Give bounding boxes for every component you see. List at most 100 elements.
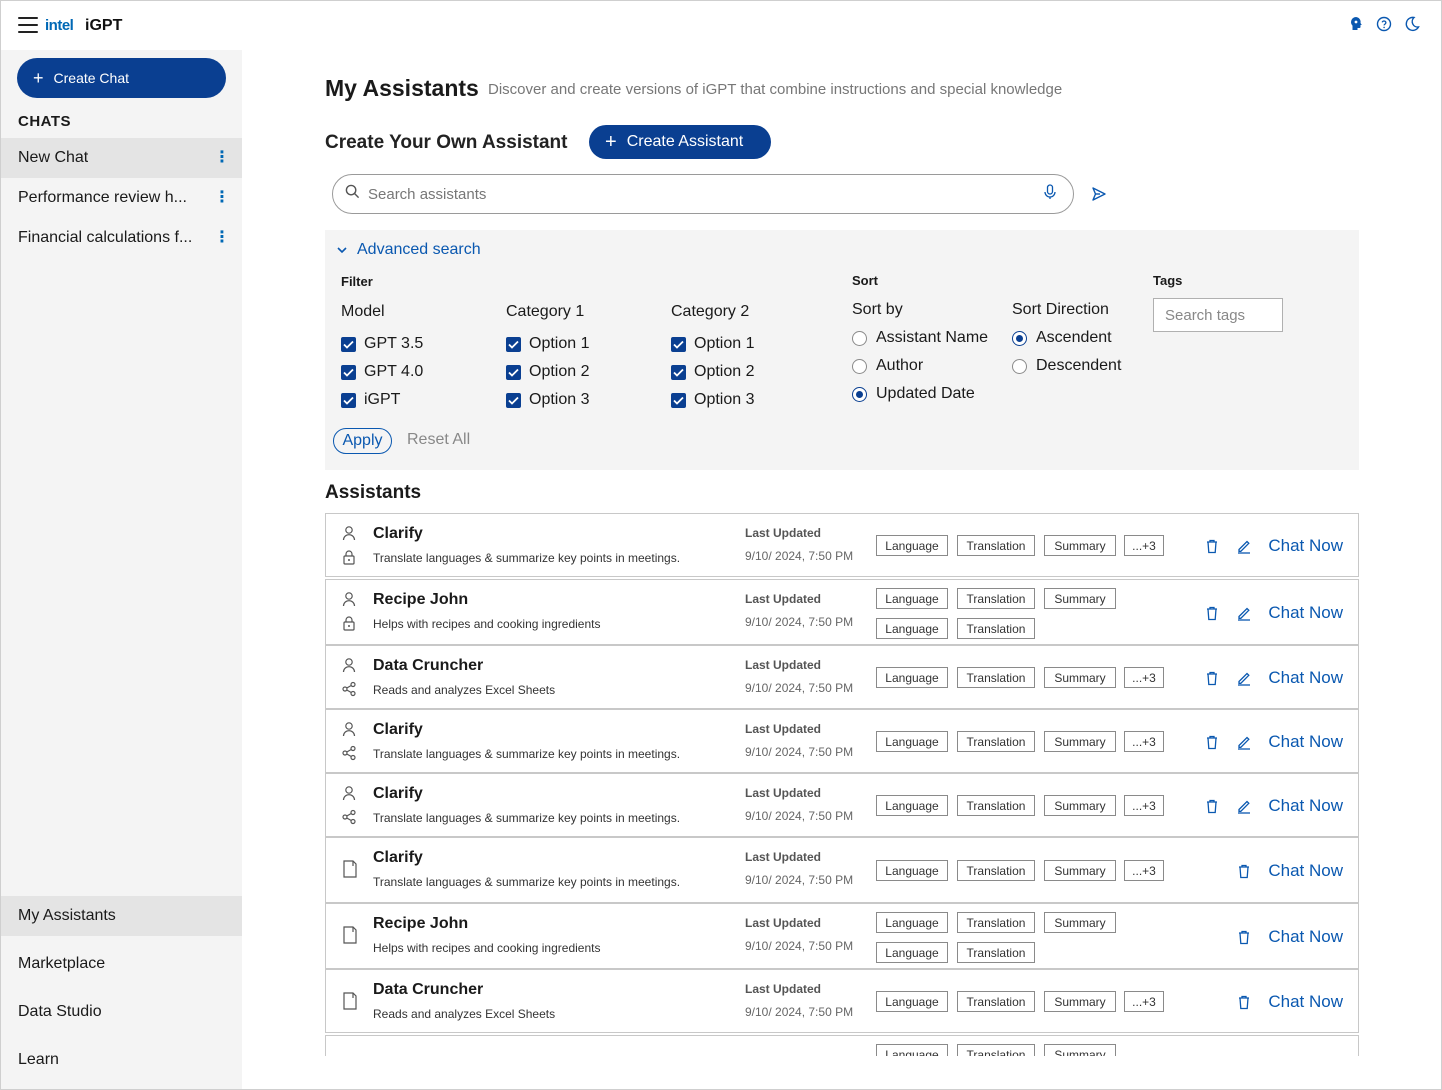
search-input[interactable] [368,185,1043,203]
share-icon [341,809,357,825]
sidebar-item-my-assistants[interactable]: My Assistants [1,896,242,936]
pencil-icon[interactable] [1235,537,1253,555]
kebab-menu-icon[interactable]: ⋮ [214,150,230,166]
dark-mode-icon[interactable] [1403,15,1421,33]
trash-icon[interactable] [1203,733,1221,751]
category1-option-checkbox[interactable]: Option 3 [506,391,589,409]
chat-now-link[interactable]: Chat Now [1268,668,1343,688]
category1-option-checkbox[interactable]: Option 2 [506,363,589,381]
tag-more-chip[interactable]: ...+3 [1124,991,1164,1012]
category2-option-checkbox[interactable]: Option 2 [671,363,754,381]
model-option-checkbox[interactable]: GPT 3.5 [341,335,423,353]
create-chat-button[interactable]: + Create Chat [17,58,226,98]
pencil-icon[interactable] [1235,733,1253,751]
chat-now-link[interactable]: Chat Now [1268,732,1343,752]
chat-item[interactable]: Financial calculations f... ⋮ [1,218,242,258]
pencil-icon[interactable] [1235,604,1253,622]
chat-now-link[interactable]: Chat Now [1268,796,1343,816]
app-window: intel iGPT + Create Chat CHATS New Chat … [0,0,1442,1090]
category1-option-checkbox[interactable]: Option 1 [506,335,589,353]
assistant-row[interactable]: Clarify Translate languages & summarize k… [325,773,1359,837]
radio-label: Updated Date [876,385,975,402]
sidebar-item-marketplace[interactable]: Marketplace [1,944,242,984]
tags-search-input[interactable] [1153,298,1283,332]
create-assistant-button[interactable]: + Create Assistant [589,125,771,159]
sort-by-radio[interactable]: Updated Date [852,385,975,403]
sort-direction-title: Sort Direction [1012,301,1109,318]
last-updated-date: 9/10/ 2024, 7:50 PM [745,939,854,953]
chats-heading: CHATS [18,113,72,130]
person-icon [341,657,357,673]
assistant-row[interactable]: Language Translation Summary [325,1035,1359,1056]
sort-direction-radio[interactable]: Descendent [1012,357,1121,375]
user-help-icon[interactable] [1347,15,1365,33]
checkbox-label: GPT 3.5 [364,335,424,352]
kebab-menu-icon[interactable]: ⋮ [214,230,230,246]
tag-more-chip[interactable]: ...+3 [1124,535,1164,556]
pencil-icon[interactable] [1235,669,1253,687]
reset-all-button[interactable]: Reset All [407,431,470,449]
tag-chip: Summary [1044,731,1116,752]
sort-by-radio[interactable]: Assistant Name [852,329,988,347]
trash-icon[interactable] [1235,928,1253,946]
tag-chip: Language [876,991,948,1012]
trash-icon[interactable] [1235,862,1253,880]
trash-icon[interactable] [1203,537,1221,555]
tag-more-chip[interactable]: ...+3 [1124,860,1164,881]
assistant-description: Translate languages & summarize key poin… [373,875,681,889]
category2-option-checkbox[interactable]: Option 3 [671,391,754,409]
trash-icon[interactable] [1203,604,1221,622]
category2-filter-title: Category 2 [671,303,750,320]
chat-item-label: Financial calculations f... [18,229,193,246]
chat-item[interactable]: New Chat ⋮ [1,138,242,178]
chat-item[interactable]: Performance review h... ⋮ [1,178,242,218]
page-title: My Assistants [325,75,479,101]
last-updated-label: Last Updated [745,982,822,996]
tag-more-chip[interactable]: ...+3 [1124,731,1164,752]
tag-chip: Translation [957,991,1035,1012]
checkmark-icon [671,392,686,408]
tag-chip: Summary [1044,667,1116,688]
sort-by-radio[interactable]: Author [852,357,923,375]
assistant-row[interactable]: Clarify Translate languages & summarize k… [325,513,1359,577]
assistant-row[interactable]: Clarify Translate languages & summarize k… [325,837,1359,903]
sidebar-item-data-studio[interactable]: Data Studio [1,992,242,1032]
assistant-row[interactable]: Data Cruncher Reads and analyzes Excel Sh… [325,969,1359,1033]
assistant-row[interactable]: Recipe John Helps with recipes and cookin… [325,579,1359,645]
sort-direction-radio[interactable]: Ascendent [1012,329,1112,347]
document-icon [342,992,358,1010]
trash-icon[interactable] [1203,669,1221,687]
tag-more-chip[interactable]: ...+3 [1124,667,1164,688]
sidebar-item-learn[interactable]: Learn [1,1040,242,1080]
kebab-menu-icon[interactable]: ⋮ [214,190,230,206]
send-icon[interactable] [1091,186,1109,204]
pencil-icon[interactable] [1235,797,1253,815]
model-option-checkbox[interactable]: GPT 4.0 [341,363,423,381]
assistant-description: Reads and analyzes Excel Sheets [373,683,556,697]
assistant-row[interactable]: Recipe John Helps with recipes and cookin… [325,903,1359,969]
tag-chip: Language [876,1044,948,1056]
tag-chip: Language [876,535,948,556]
assistant-row[interactable]: Data Cruncher Reads and analyzes Excel Sh… [325,645,1359,709]
sort-by-title: Sort by [852,301,903,318]
lock-icon [341,615,357,631]
sidebar: + Create Chat CHATS New Chat ⋮ Performan… [1,50,242,1089]
advanced-search-toggle[interactable]: Advanced search [337,241,481,259]
microphone-icon[interactable] [1043,183,1057,205]
chat-now-link[interactable]: Chat Now [1268,992,1343,1012]
chat-now-link[interactable]: Chat Now [1268,927,1343,947]
checkbox-label: Option 3 [529,391,590,408]
chat-now-link[interactable]: Chat Now [1268,536,1343,556]
chat-now-link[interactable]: Chat Now [1268,603,1343,623]
tag-chip: Language [876,618,948,639]
chat-now-link[interactable]: Chat Now [1268,861,1343,881]
apply-button[interactable]: Apply [333,428,392,454]
trash-icon[interactable] [1203,797,1221,815]
trash-icon[interactable] [1235,993,1253,1011]
assistant-row[interactable]: Clarify Translate languages & summarize k… [325,709,1359,773]
tag-more-chip[interactable]: ...+3 [1124,795,1164,816]
hamburger-menu-icon[interactable] [18,17,38,33]
category2-option-checkbox[interactable]: Option 1 [671,335,754,353]
help-icon[interactable] [1375,15,1393,33]
model-option-checkbox[interactable]: iGPT [341,391,400,409]
